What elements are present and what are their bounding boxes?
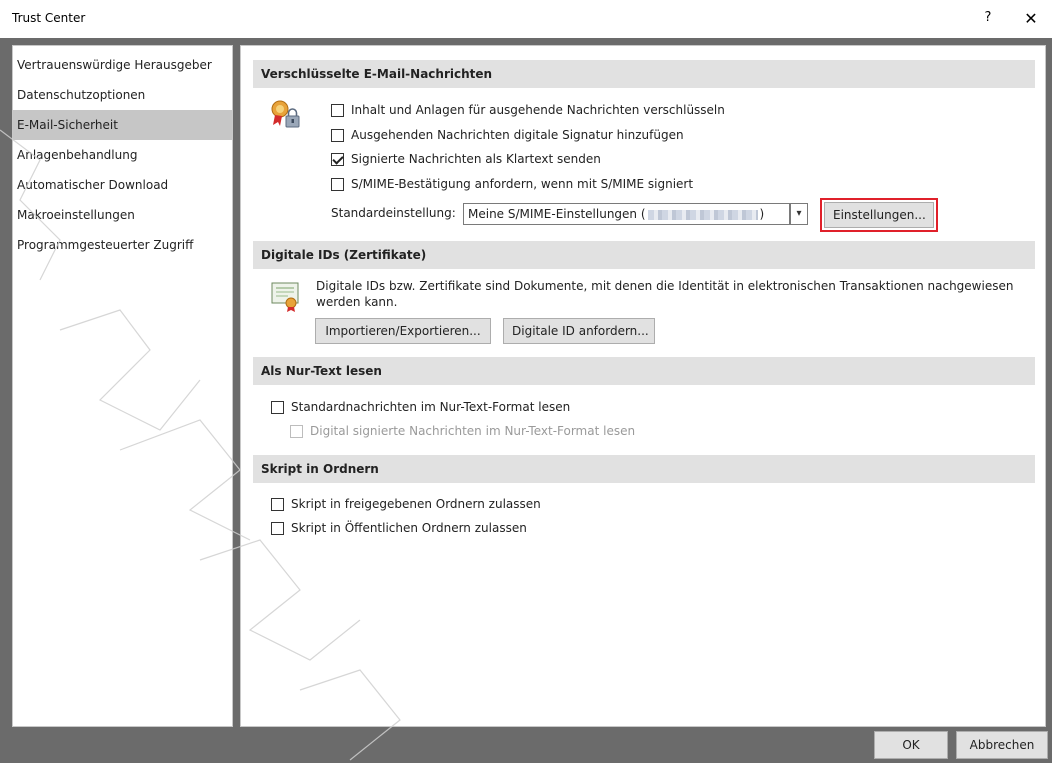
chevron-down-icon[interactable]: ▾ — [790, 203, 808, 225]
redacted-text — [647, 209, 758, 220]
section-header-encrypted: Verschlüsselte E-Mail-Nachrichten — [253, 60, 1035, 88]
option-label: Ausgehenden Nachrichten digitale Signatu… — [351, 128, 684, 142]
main-panel: Verschlüsselte E-Mail-Nachrichten Inhalt… — [240, 45, 1046, 727]
option-read-plain-text[interactable]: Standardnachrichten im Nur-Text-Format l… — [271, 400, 570, 414]
checkbox[interactable] — [331, 177, 344, 191]
option-read-signed-plain-text[interactable]: Digital signierte Nachrichten im Nur-Tex… — [290, 424, 635, 438]
title-bar: Trust Center ? ✕ — [0, 0, 1052, 38]
close-button[interactable]: ✕ — [1020, 8, 1042, 30]
digital-id-description-line1: Digitale IDs bzw. Zertifikate sind Dokum… — [316, 279, 1014, 293]
sidebar-item-trusted-publishers[interactable]: Vertrauenswürdige Herausgeber — [13, 50, 232, 80]
ok-button[interactable]: OK — [874, 731, 948, 759]
option-label: Skript in freigegebenen Ordnern zulassen — [291, 497, 541, 511]
checkbox[interactable] — [271, 400, 284, 414]
checkbox-disabled[interactable] — [290, 424, 303, 438]
certificate-icon — [271, 282, 299, 312]
import-export-button[interactable]: Importieren/Exportieren... — [315, 318, 491, 344]
option-encrypt-content[interactable]: Inhalt und Anlagen für ausgehende Nachri… — [331, 103, 725, 117]
section-header-scripts: Skript in Ordnern — [253, 455, 1035, 483]
option-script-public-folders[interactable]: Skript in Öffentlichen Ordnern zulassen — [271, 521, 527, 535]
option-label: Signierte Nachrichten als Klartext sende… — [351, 152, 601, 166]
checkbox-checked[interactable] — [331, 152, 344, 166]
sidebar-item-automatic-download[interactable]: Automatischer Download — [13, 170, 232, 200]
option-label: Inhalt und Anlagen für ausgehende Nachri… — [351, 103, 725, 117]
option-smime-receipt[interactable]: S/MIME-Bestätigung anfordern, wenn mit S… — [331, 177, 693, 191]
option-label: Digital signierte Nachrichten im Nur-Tex… — [310, 424, 636, 438]
section-header-digital-ids: Digitale IDs (Zertifikate) — [253, 241, 1035, 269]
option-label: S/MIME-Bestätigung anfordern, wenn mit S… — [351, 177, 694, 191]
default-setting-label: Standardeinstellung: — [331, 206, 456, 220]
sidebar-item-email-security[interactable]: E-Mail-Sicherheit — [13, 110, 232, 140]
window-title: Trust Center — [12, 11, 86, 25]
option-script-shared-folders[interactable]: Skript in freigegebenen Ordnern zulassen — [271, 497, 541, 511]
checkbox[interactable] — [331, 128, 344, 142]
sidebar-item-macro-settings[interactable]: Makroeinstellungen — [13, 200, 232, 230]
section-header-plain-text: Als Nur-Text lesen — [253, 357, 1035, 385]
sidebar: Vertrauenswürdige Herausgeber Datenschut… — [12, 45, 233, 727]
checkbox[interactable] — [271, 521, 284, 535]
option-label: Standardnachrichten im Nur-Text-Format l… — [291, 400, 571, 414]
option-clear-text-signed[interactable]: Signierte Nachrichten als Klartext sende… — [331, 152, 601, 166]
option-add-signature[interactable]: Ausgehenden Nachrichten digitale Signatu… — [331, 128, 684, 142]
help-button[interactable]: ? — [978, 8, 998, 28]
sidebar-item-programmatic-access[interactable]: Programmgesteuerter Zugriff — [13, 230, 232, 260]
checkbox[interactable] — [331, 103, 344, 117]
digital-id-description-line2: werden kann. — [316, 295, 398, 309]
sidebar-item-privacy-options[interactable]: Datenschutzoptionen — [13, 80, 232, 110]
settings-button[interactable]: Einstellungen... — [820, 198, 938, 232]
request-digital-id-button[interactable]: Digitale ID anfordern... — [503, 318, 655, 344]
sidebar-item-attachment-handling[interactable]: Anlagenbehandlung — [13, 140, 232, 170]
cancel-button[interactable]: Abbrechen — [956, 731, 1048, 759]
checkbox[interactable] — [271, 497, 284, 511]
default-setting-select[interactable]: Meine S/MIME-Einstellungen () — [463, 203, 790, 225]
ribbon-lock-icon — [271, 100, 300, 128]
option-label: Skript in Öffentlichen Ordnern zulassen — [291, 521, 527, 535]
